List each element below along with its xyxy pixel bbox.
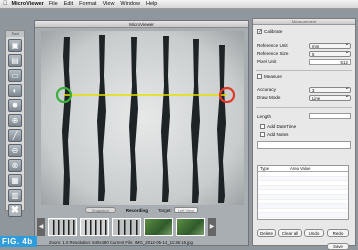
adjust-icon[interactable]: ◐	[8, 84, 22, 97]
add-notes-label: Add Notes	[267, 132, 289, 137]
calibrate-row: ✓ Calibrate	[257, 29, 283, 35]
accuracy-label: Accuracy	[257, 87, 276, 92]
chevron-left-icon[interactable]: ◀	[37, 218, 45, 236]
chevron-right-icon[interactable]: ▶	[208, 218, 216, 236]
draw-mode-label: Draw Mode	[257, 95, 281, 100]
thumbnail[interactable]	[112, 218, 141, 236]
undo-button[interactable]: Undo	[304, 229, 324, 237]
add-notes-row: Add Notes	[260, 132, 288, 137]
panel-title: Measurement	[253, 19, 355, 25]
divider	[256, 107, 352, 108]
image-icon[interactable]: ▤	[8, 54, 22, 67]
image-background	[41, 31, 244, 205]
snapshot-button[interactable]: Snapshot	[84, 207, 116, 213]
trash-icon[interactable]: ▥	[8, 189, 22, 202]
frame-icon[interactable]: ▭	[8, 69, 22, 82]
thumbnail[interactable]	[144, 218, 173, 236]
filmstrip: ◀ ▶	[35, 216, 248, 238]
zoom-out-icon[interactable]: ⊖	[8, 144, 22, 157]
recording-button[interactable]: Recording	[126, 208, 148, 213]
column-type: Type	[260, 166, 270, 171]
reference-size-select[interactable]: 5	[309, 51, 351, 57]
redo-button[interactable]: Redo	[327, 229, 349, 237]
thumbnail-image	[113, 219, 140, 235]
calibrate-label: Calibrate	[264, 29, 283, 34]
calibrate-checkbox[interactable]: ✓	[257, 29, 262, 35]
divider	[256, 70, 352, 71]
delete-button[interactable]: Delete	[257, 229, 276, 237]
measurement-table[interactable]: Type Area Value	[257, 165, 349, 220]
measurement-panel: Measurement ✓ Calibrate Reference Unit m…	[252, 18, 356, 250]
menu-format[interactable]: Format	[79, 1, 96, 7]
pixel-unit-field[interactable]: 512	[309, 59, 351, 65]
reference-unit-label: Reference Unit	[257, 43, 288, 48]
measure-label: Measure	[264, 74, 282, 79]
settings-icon[interactable]: ✸	[8, 99, 22, 112]
pixel-unit-label: Pixel Unit	[257, 59, 277, 64]
close-icon[interactable]: ✖	[8, 204, 22, 217]
status-bar: Zoom: 1.0 Resolution: 640x480 Current Fi…	[49, 240, 193, 245]
apple-icon[interactable]: 	[3, 1, 8, 7]
app-menu[interactable]: MicroViewer	[12, 1, 44, 7]
zoom-fit-icon[interactable]: ⊗	[8, 159, 22, 172]
measure-checkbox[interactable]	[257, 74, 262, 79]
figure-caption: FIG. 4b	[0, 236, 37, 247]
measure-icon[interactable]: ╱	[8, 129, 22, 142]
length-field[interactable]	[309, 113, 351, 119]
menu-help[interactable]: Help	[146, 1, 157, 7]
notes-field[interactable]	[257, 141, 351, 149]
draw-mode-select[interactable]: Line	[309, 95, 351, 101]
microscope-image-canvas	[41, 31, 244, 205]
thumbnail-image	[81, 219, 108, 235]
reference-unit-select[interactable]: mm	[309, 43, 351, 49]
tool-palette: Tool ▣ ▤ ▭ ◐ ✸ ⊕ ╱ ⊖ ⊗ ▦ ▥ ✖	[5, 30, 25, 217]
thumbnail[interactable]	[176, 218, 205, 236]
measure-row: Measure	[257, 74, 282, 79]
menu-edit[interactable]: Edit	[64, 1, 73, 7]
column-area-value: Area Value	[290, 166, 311, 171]
tool-palette-title: Tool	[6, 31, 24, 37]
add-notes-checkbox[interactable]	[260, 132, 265, 137]
viewer-title: MicroViewer	[35, 21, 248, 28]
capture-controls: Snapshot Recording Target: Left View	[35, 205, 248, 215]
thumbnail-image	[49, 219, 76, 235]
zoom-in-icon[interactable]: ⊕	[8, 114, 22, 127]
microscope-image[interactable]	[41, 31, 244, 205]
add-datetime-label: Add DateTime	[267, 124, 297, 129]
film-icon[interactable]: ▦	[8, 174, 22, 187]
camera-icon[interactable]: ▣	[8, 39, 22, 52]
target-select[interactable]: Left View	[173, 207, 199, 213]
menu-bar:  MicroViewer File Edit Format View Wind…	[0, 0, 358, 9]
menu-view[interactable]: View	[103, 1, 115, 7]
target-label: Target:	[158, 207, 172, 213]
add-datetime-checkbox[interactable]	[260, 124, 265, 129]
length-label: Length	[257, 114, 272, 119]
reference-size-label: Reference Size	[257, 51, 289, 56]
thumbnail[interactable]	[80, 218, 109, 236]
accuracy-select[interactable]: 3	[309, 87, 351, 93]
menu-file[interactable]: File	[49, 1, 58, 7]
target-group: Target: Left View	[158, 207, 199, 213]
thumbnail[interactable]	[48, 218, 77, 236]
menu-window[interactable]: Window	[120, 1, 140, 7]
viewer-window: MicroViewer Snapshot Recording Target: L…	[34, 20, 249, 246]
clear-all-button[interactable]: Clear all	[278, 229, 302, 237]
add-datetime-row: Add DateTime	[260, 124, 296, 129]
table-row	[258, 213, 348, 218]
